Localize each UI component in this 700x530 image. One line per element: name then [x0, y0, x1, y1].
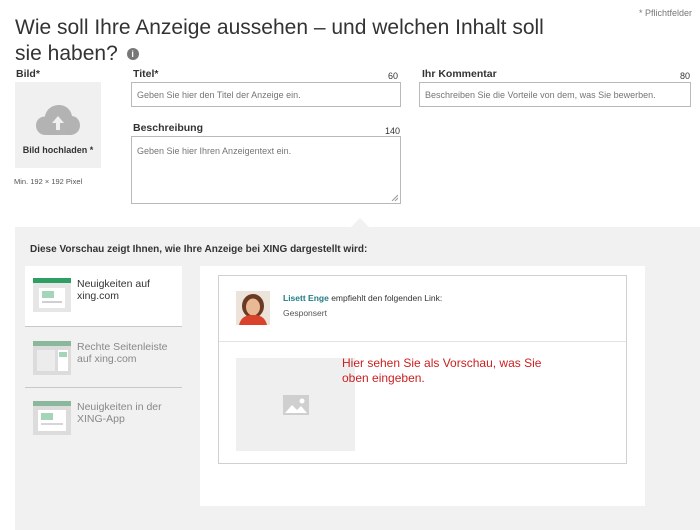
- ad-preview-card: Lisett Enge empfiehlt den folgenden Link…: [218, 275, 627, 464]
- description-char-counter: 140: [385, 126, 401, 136]
- card-divider: [219, 341, 626, 342]
- description-label: Beschreibung: [133, 122, 204, 134]
- required-fields-note: * Pflichtfelder: [638, 8, 692, 18]
- resize-grip-icon[interactable]: [391, 194, 398, 201]
- sidebar-thumbnail-icon: [33, 341, 71, 375]
- preview-tab-label: Rechte Seitenleiste auf xing.com: [77, 341, 168, 365]
- page-title-text: Wie soll Ihre Anzeige aussehen – und wel…: [15, 16, 544, 65]
- description-textarea[interactable]: [132, 137, 400, 203]
- cloud-upload-icon: [36, 105, 80, 135]
- comment-label: Ihr Kommentar: [422, 68, 497, 80]
- title-label: Titel*: [133, 68, 159, 80]
- image-upload-button[interactable]: Bild hochladen *: [15, 82, 101, 168]
- ad-image-placeholder: [236, 358, 355, 451]
- author-link[interactable]: Lisett Enge: [283, 293, 329, 303]
- sponsored-label: Gesponsert: [283, 308, 327, 318]
- avatar: [236, 291, 270, 325]
- post-header: Lisett Enge empfiehlt den folgenden Link…: [283, 293, 442, 303]
- preview-pointer: [350, 218, 370, 228]
- page-title: Wie soll Ihre Anzeige aussehen – und wel…: [15, 15, 555, 67]
- preview-heading: Diese Vorschau zeigt Ihnen, wie Ihre Anz…: [30, 244, 368, 255]
- preview-tab-label: Neuigkeiten in der XING-App: [77, 401, 162, 425]
- title-input[interactable]: [131, 82, 401, 107]
- comment-char-counter: 80: [680, 71, 691, 81]
- preview-tab-sidebar-web[interactable]: Rechte Seitenleiste auf xing.com: [25, 327, 182, 387]
- image-label: Bild*: [16, 68, 40, 80]
- upload-label: Bild hochladen *: [22, 145, 94, 155]
- post-action: empfiehlt den folgenden Link:: [331, 293, 443, 303]
- image-size-hint: Min. 192 × 192 Pixel: [14, 177, 83, 186]
- comment-input[interactable]: [419, 82, 691, 107]
- app-thumbnail-icon: [33, 401, 71, 435]
- description-textarea-wrap[interactable]: [131, 136, 401, 204]
- preview-note: Hier sehen Sie als Vorschau, was Sie obe…: [342, 356, 542, 385]
- image-icon: [282, 394, 309, 415]
- avatar-photo: [236, 291, 270, 325]
- preview-tab-news-app[interactable]: Neuigkeiten in der XING-App: [25, 388, 182, 444]
- title-char-counter: 60: [388, 71, 399, 81]
- news-feed-thumbnail-icon: [33, 278, 71, 312]
- preview-tab-label: Neuigkeiten auf xing.com: [77, 278, 150, 302]
- preview-tab-news-web[interactable]: Neuigkeiten auf xing.com: [25, 266, 182, 326]
- info-icon[interactable]: i: [126, 48, 139, 61]
